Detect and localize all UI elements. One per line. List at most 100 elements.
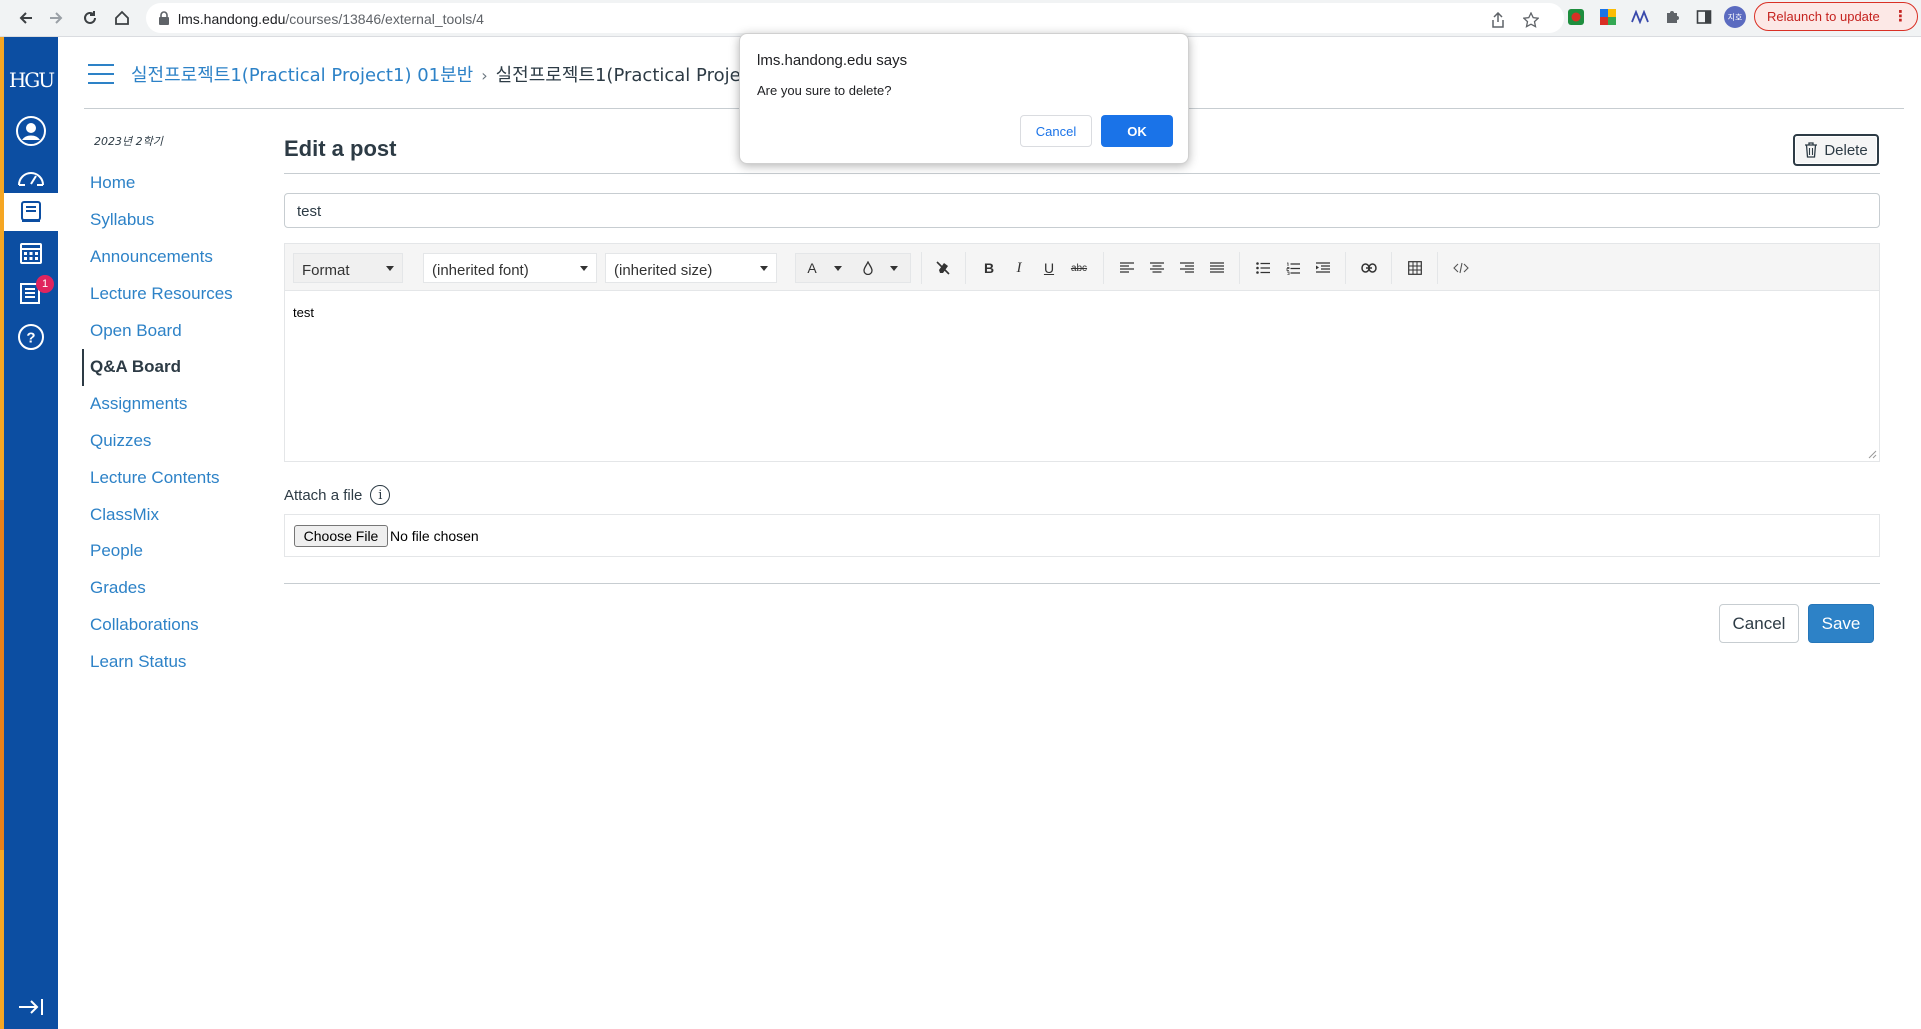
info-icon[interactable]: i xyxy=(370,485,391,505)
size-select[interactable]: (inherited size) xyxy=(605,253,777,283)
course-nav-qa-board[interactable]: Q&A Board xyxy=(82,348,262,386)
breadcrumb: 실전프로젝트1(Practical Project1) 01분반 › 실전프로젝트1… xyxy=(131,61,769,87)
font-select[interactable]: (inherited font) xyxy=(423,253,597,283)
more-menu-icon: ⋮ xyxy=(1893,8,1908,25)
address-bar[interactable]: lms.handong.edu/courses/13846/external_t… xyxy=(146,3,1564,33)
html-source-icon[interactable] xyxy=(1449,256,1473,280)
url-text: lms.handong.edu/courses/13846/external_t… xyxy=(178,11,484,27)
course-nav: Home Syllabus Announcements Lecture Reso… xyxy=(82,165,262,680)
color-group: A xyxy=(795,253,911,283)
profile-avatar[interactable]: 지호 xyxy=(1724,6,1746,28)
delete-label: Delete xyxy=(1824,141,1868,159)
course-menu-toggle[interactable] xyxy=(88,64,114,84)
link-icon[interactable] xyxy=(1357,256,1381,280)
forward-icon[interactable] xyxy=(42,4,70,32)
inbox-unread-badge: 1 xyxy=(36,275,54,293)
background-color-icon[interactable] xyxy=(856,256,880,280)
editor-content[interactable]: test xyxy=(285,291,1879,334)
align-left-icon[interactable] xyxy=(1115,256,1139,280)
browser-toolbar: lms.handong.edu/courses/13846/external_t… xyxy=(0,0,1921,37)
back-icon[interactable] xyxy=(12,4,40,32)
editor-toolbar: Format (inherited font) (inherited size)… xyxy=(285,244,1879,291)
font-color-button[interactable]: A xyxy=(800,256,824,280)
course-nav-announcements[interactable]: Announcements xyxy=(82,239,262,276)
breadcrumb-separator-icon: › xyxy=(481,66,488,85)
institution-logo[interactable]: HGU xyxy=(4,57,58,103)
font-color-dropdown-icon[interactable] xyxy=(826,256,850,280)
relaunch-label: Relaunch to update xyxy=(1767,9,1880,24)
format-label: Format xyxy=(302,262,350,279)
course-nav-grades[interactable]: Grades xyxy=(82,570,262,607)
dashboard-icon[interactable] xyxy=(4,157,58,197)
breadcrumb-course-link[interactable]: 실전프로젝트1(Practical Project1) 01분반 xyxy=(131,65,473,86)
resize-handle-icon[interactable] xyxy=(1867,449,1877,459)
collapse-nav-icon[interactable] xyxy=(4,987,58,1027)
font-label: (inherited font) xyxy=(432,262,529,279)
trash-icon xyxy=(1805,142,1818,158)
extension-colorful-icon[interactable] xyxy=(1598,7,1618,27)
file-status: No file chosen xyxy=(390,528,479,544)
help-icon[interactable]: ? xyxy=(4,317,58,357)
clear-formatting-icon[interactable] xyxy=(931,256,955,280)
numbered-list-icon[interactable] xyxy=(1281,256,1305,280)
subject-input[interactable]: test xyxy=(284,193,1880,228)
share-icon[interactable] xyxy=(1488,10,1508,30)
title-divider xyxy=(284,173,1880,174)
size-label: (inherited size) xyxy=(614,262,713,279)
course-nav-syllabus[interactable]: Syllabus xyxy=(82,202,262,239)
strikethrough-button[interactable]: abc xyxy=(1067,256,1091,280)
dialog-message: Are you sure to delete? xyxy=(757,83,892,98)
course-nav-classmix[interactable]: ClassMix xyxy=(82,496,262,533)
attach-file-row: Attach a file i xyxy=(284,485,391,505)
confirm-dialog: lms.handong.edu says Are you sure to del… xyxy=(739,33,1189,164)
course-nav-people[interactable]: People xyxy=(82,533,262,570)
align-right-icon[interactable] xyxy=(1175,256,1199,280)
bookmark-star-icon[interactable] xyxy=(1521,10,1541,30)
breadcrumb-current: 실전프로젝트1(Practical Project1 xyxy=(495,65,770,86)
side-panel-icon[interactable] xyxy=(1694,7,1714,27)
table-icon[interactable] xyxy=(1403,256,1427,280)
choose-file-button[interactable]: Choose File xyxy=(294,525,388,547)
rich-text-editor: Format (inherited font) (inherited size)… xyxy=(284,243,1880,462)
dialog-title: lms.handong.edu says xyxy=(757,52,908,69)
lock-icon xyxy=(159,11,169,25)
course-nav-quizzes[interactable]: Quizzes xyxy=(82,423,262,460)
cancel-button[interactable]: Cancel xyxy=(1719,604,1799,643)
relaunch-button[interactable]: Relaunch to update ⋮ xyxy=(1754,2,1918,31)
course-nav-learn-status[interactable]: Learn Status xyxy=(82,643,262,680)
extension-wave-icon[interactable] xyxy=(1630,7,1650,27)
align-justify-icon[interactable] xyxy=(1205,256,1229,280)
indent-icon[interactable] xyxy=(1311,256,1335,280)
dialog-ok-button[interactable]: OK xyxy=(1101,115,1173,147)
underline-button[interactable]: U xyxy=(1037,256,1061,280)
logo-text: HGU xyxy=(8,68,55,92)
courses-icon[interactable] xyxy=(4,193,58,231)
format-select[interactable]: Format xyxy=(293,253,403,283)
reload-icon[interactable] xyxy=(76,4,104,32)
home-icon[interactable] xyxy=(108,4,136,32)
calendar-icon[interactable] xyxy=(4,233,58,273)
course-nav-assignments[interactable]: Assignments xyxy=(82,386,262,423)
dialog-cancel-button[interactable]: Cancel xyxy=(1020,115,1092,147)
background-color-dropdown-icon[interactable] xyxy=(882,256,906,280)
file-input-box: Choose File No file chosen xyxy=(284,514,1880,557)
italic-button[interactable]: I xyxy=(1007,256,1031,280)
course-nav-open-board[interactable]: Open Board xyxy=(82,312,262,349)
align-center-icon[interactable] xyxy=(1145,256,1169,280)
inbox-icon[interactable]: 1 xyxy=(4,273,58,313)
global-nav: HGU 1 ? xyxy=(4,37,58,1029)
page-title: Edit a post xyxy=(284,136,397,161)
course-nav-home[interactable]: Home xyxy=(82,165,262,202)
course-nav-collaborations[interactable]: Collaborations xyxy=(82,607,262,644)
delete-button[interactable]: Delete xyxy=(1793,134,1879,166)
course-nav-lecture-contents[interactable]: Lecture Contents xyxy=(82,459,262,496)
save-button[interactable]: Save xyxy=(1808,604,1874,643)
extension-record-icon[interactable] xyxy=(1566,7,1586,27)
svg-text:?: ? xyxy=(26,330,35,347)
bullet-list-icon[interactable] xyxy=(1251,256,1275,280)
account-icon[interactable] xyxy=(4,111,58,151)
course-nav-lecture-resources[interactable]: Lecture Resources xyxy=(82,275,262,312)
bold-button[interactable]: B xyxy=(977,256,1001,280)
term-label: 2023년 2학기 xyxy=(94,135,163,148)
extensions-puzzle-icon[interactable] xyxy=(1662,7,1682,27)
